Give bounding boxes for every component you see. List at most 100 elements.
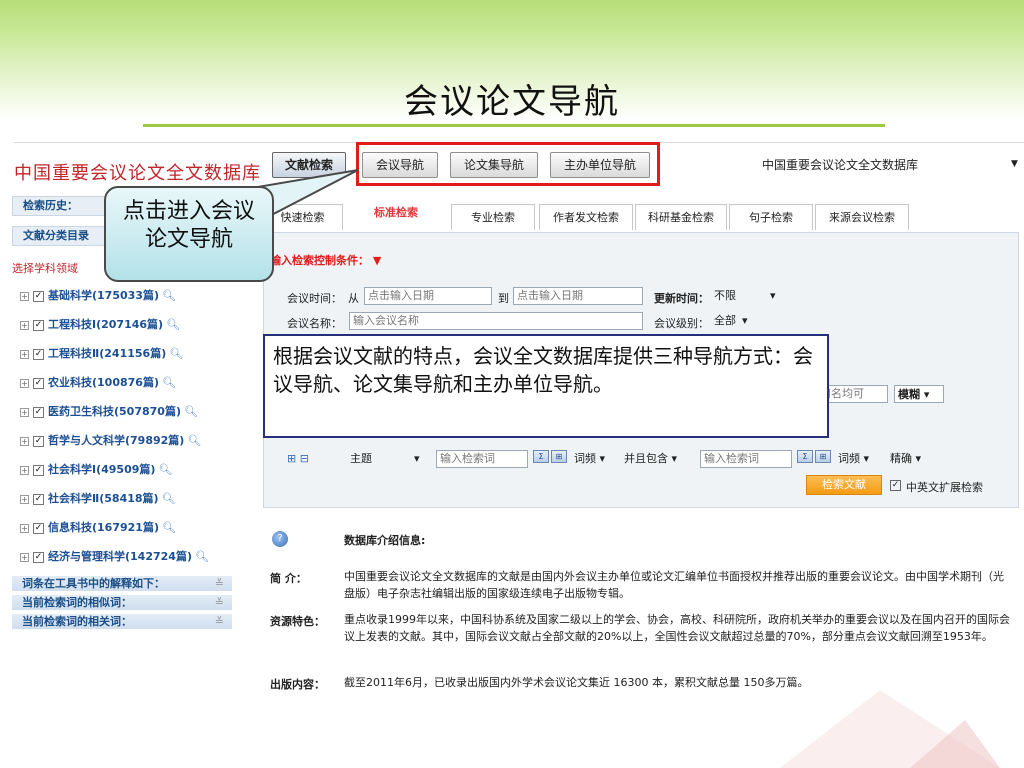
similar-words-bar[interactable]: 当前检索词的相似词： ≚: [12, 594, 232, 610]
checkbox[interactable]: ✓: [33, 319, 44, 331]
tab-source-conference-search[interactable]: 来源会议检索: [815, 204, 909, 230]
update-time-label: 更新时间：: [654, 292, 709, 305]
chevron-down-icon: ▾: [923, 388, 930, 401]
title-underline: [143, 124, 885, 127]
conference-name-input[interactable]: 输入会议名称: [349, 312, 643, 330]
choose-field-label: 选择学科领域: [12, 262, 78, 275]
feature-text: 重点收录1999年以来，中国科协系统及国家二级以上的学会、协会，高校、科研院所，…: [344, 613, 1010, 643]
tab-literature-search[interactable]: 文献检索: [272, 152, 346, 178]
name-label: 会议名称：: [287, 317, 342, 330]
expand-icon[interactable]: +: [20, 523, 29, 533]
level-select[interactable]: 全部 ▾: [714, 312, 770, 330]
frequency-select-1[interactable]: 词频 ▾: [574, 450, 618, 468]
logic-select[interactable]: 并且包含 ▾: [624, 450, 696, 468]
search-button[interactable]: 检索文献: [806, 475, 882, 495]
fuzzy-select[interactable]: 模糊 ▾: [894, 385, 944, 403]
content-label: 出版内容：: [270, 678, 325, 691]
expand-icon[interactable]: +: [20, 436, 29, 446]
chevron-down-icon: ▾: [599, 452, 606, 465]
grid-icon[interactable]: ⊞: [551, 450, 567, 463]
chevron-down-icon: ▾: [770, 289, 776, 302]
database-title: 中国重要会议论文全文数据库: [14, 163, 261, 184]
grid-icon[interactable]: ⊞: [815, 450, 831, 463]
checkbox[interactable]: ✓: [33, 551, 44, 563]
search-icon[interactable]: 🔍︎: [184, 403, 198, 421]
checkbox[interactable]: ✓: [33, 406, 44, 418]
tab-expert-search[interactable]: 专业检索: [451, 204, 535, 230]
category-item[interactable]: + ✓ 社会科学Ⅰ(49509篇) 🔍︎: [20, 461, 172, 479]
search-icon[interactable]: 🔍︎: [162, 519, 176, 537]
callout-line-2: 论文导航: [144, 227, 233, 252]
category-item[interactable]: + ✓ 工程科技Ⅱ(241156篇) 🔍︎: [20, 345, 183, 363]
checkbox[interactable]: ✓: [33, 377, 44, 389]
category-item[interactable]: + ✓ 哲学与人文科学(79892篇) 🔍︎: [20, 432, 201, 450]
related-words-bar[interactable]: 当前检索词的相关词： ≚: [12, 613, 232, 629]
checkbox[interactable]: ✓: [33, 435, 44, 447]
expand-icon[interactable]: +: [20, 494, 29, 504]
tab-standard-search[interactable]: 标准检索: [359, 200, 433, 226]
control-conditions-title: 输入检索控制条件： ▼: [270, 254, 382, 267]
double-chevron-icon: ≚: [214, 596, 224, 609]
chevron-down-icon: ▾: [414, 452, 420, 465]
highlight-frame: [356, 142, 660, 186]
content-text: 截至2011年6月，已收录出版国内外学术会议论文集近 16300 本，累积文献总…: [344, 676, 809, 689]
db-info-heading: 数据库介绍信息:: [344, 534, 426, 547]
category-item[interactable]: + ✓ 工程科技Ⅰ(207146篇) 🔍︎: [20, 316, 180, 334]
start-date-input[interactable]: 点击输入日期: [364, 287, 492, 305]
keyword-input-2[interactable]: 输入检索词: [700, 450, 792, 468]
end-date-input[interactable]: 点击输入日期: [513, 287, 643, 305]
chevron-down-icon: ▼: [372, 254, 382, 267]
tab-author-search[interactable]: 作者发文检索: [539, 204, 633, 230]
category-item[interactable]: + ✓ 农业科技(100876篇) 🔍︎: [20, 374, 176, 392]
search-icon[interactable]: 🔍︎: [166, 316, 180, 334]
double-chevron-icon: ≚: [214, 577, 224, 590]
database-select[interactable]: 中国重要会议论文全文数据库: [760, 155, 1022, 175]
expand-icon[interactable]: +: [20, 407, 29, 417]
search-icon[interactable]: 🔍︎: [195, 548, 209, 566]
crosslang-checkbox[interactable]: ✓: [890, 480, 901, 491]
precision-select[interactable]: 精确 ▾: [890, 450, 936, 468]
expand-icon[interactable]: +: [20, 320, 29, 330]
expand-icon[interactable]: +: [20, 552, 29, 562]
tab-quick-search[interactable]: 快速检索: [263, 204, 343, 230]
search-icon[interactable]: 🔍︎: [162, 287, 176, 305]
dictionary-bar[interactable]: 词条在工具书中的解释如下： ≚: [12, 575, 232, 591]
search-icon[interactable]: 🔍︎: [187, 432, 201, 450]
slide-title: 会议论文导航: [404, 82, 620, 122]
checkbox[interactable]: ✓: [33, 522, 44, 534]
search-icon[interactable]: 🔍︎: [158, 461, 172, 479]
annotation-box: 根据会议文献的特点，会议全文数据库提供三种导航方式：会议导航、论文集导航和主办单…: [263, 334, 829, 438]
expand-icon[interactable]: +: [20, 349, 29, 359]
category-item[interactable]: + ✓ 社会科学Ⅱ(58418篇) 🔍︎: [20, 490, 176, 508]
keyword-input-1[interactable]: 输入检索词: [436, 450, 528, 468]
tab-sentence-search[interactable]: 句子检索: [729, 204, 813, 230]
checkbox[interactable]: ✓: [33, 290, 44, 302]
update-time-select[interactable]: 不限 ▾: [714, 287, 790, 305]
chevron-down-icon: ▾: [671, 452, 678, 465]
search-icon[interactable]: 🔍︎: [162, 374, 176, 392]
chevron-down-icon: ▼: [1011, 159, 1018, 169]
expand-icon[interactable]: +: [20, 291, 29, 301]
category-item[interactable]: + ✓ 医药卫生科技(507870篇) 🔍︎: [20, 403, 198, 421]
word-list-icon[interactable]: Σ: [797, 450, 813, 463]
corner-decoration: [780, 690, 1000, 768]
expand-collapse-icons[interactable]: ⊞ ⊟: [287, 452, 309, 465]
crosslang-label: 中英文扩展检索: [906, 481, 983, 494]
checkbox[interactable]: ✓: [33, 464, 44, 476]
category-item[interactable]: + ✓ 基础科学(175033篇) 🔍︎: [20, 287, 176, 305]
field-select[interactable]: 主题 ▾: [350, 450, 430, 468]
checkbox[interactable]: ✓: [33, 348, 44, 360]
expand-icon[interactable]: +: [20, 378, 29, 388]
word-list-icon[interactable]: Σ: [533, 450, 549, 463]
category-item[interactable]: + ✓ 信息科技(167921篇) 🔍︎: [20, 519, 176, 537]
checkbox[interactable]: ✓: [33, 493, 44, 505]
tab-fund-search[interactable]: 科研基金检索: [635, 204, 727, 230]
frequency-select-2[interactable]: 词频 ▾: [838, 450, 882, 468]
category-item[interactable]: + ✓ 经济与管理科学(142724篇) 🔍︎: [20, 548, 209, 566]
callout-bubble: 点击进入会议 论文导航: [104, 186, 274, 282]
search-icon[interactable]: 🔍︎: [169, 345, 183, 363]
intro-text: 中国重要会议论文全文数据库的文献是由国内外会议主办单位或论文汇编单位书面授权并推…: [344, 570, 1004, 600]
expand-icon[interactable]: +: [20, 465, 29, 475]
chevron-down-icon: ▾: [742, 314, 748, 327]
search-icon[interactable]: 🔍︎: [162, 490, 176, 508]
